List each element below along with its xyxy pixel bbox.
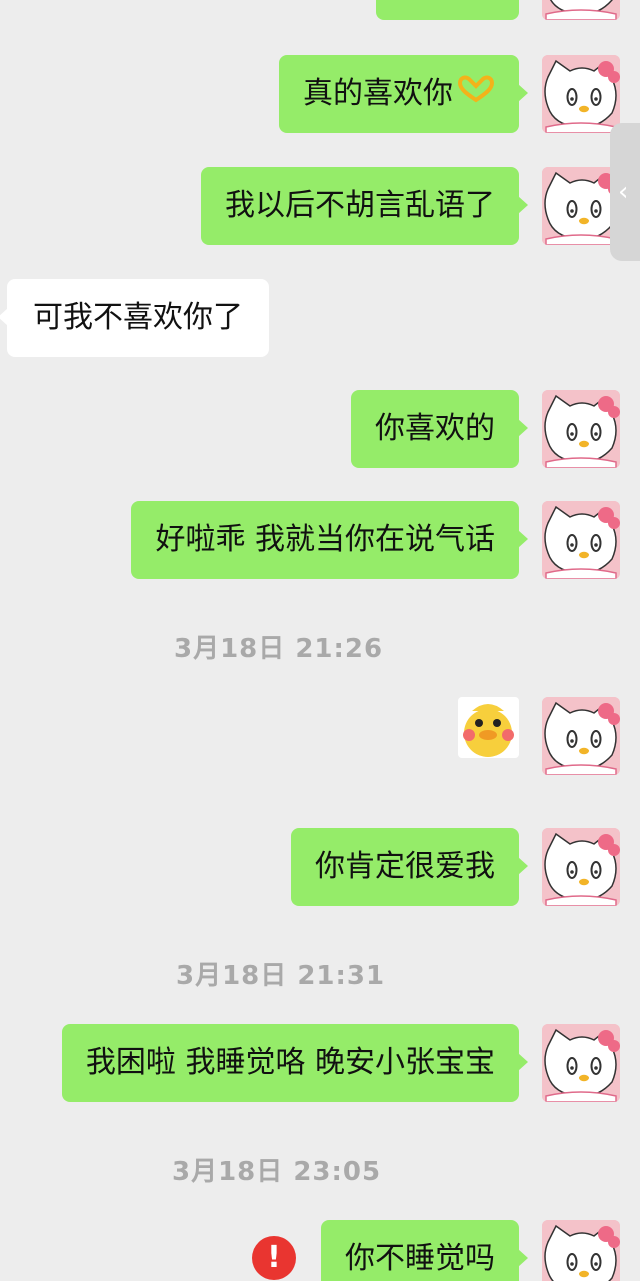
avatar[interactable] [542, 390, 620, 468]
side-panel-tab[interactable]: ‹ [610, 123, 640, 261]
timestamp: 3月18日 21:31 [176, 961, 386, 991]
hello-kitty-avatar-icon [542, 0, 620, 20]
message-bubble-outgoing[interactable]: 我困啦 我睡觉咯 晚安小张宝宝 [61, 1024, 529, 1102]
sticker-message[interactable] [458, 697, 519, 758]
avatar[interactable] [542, 1220, 620, 1281]
hello-kitty-avatar-icon [542, 167, 620, 245]
message-text: 我困啦 我睡觉咯 晚安小张宝宝 [85, 1045, 495, 1080]
message-bubble-outgoing[interactable]: 真的喜欢你 [279, 55, 528, 134]
message-text: 可我不喜欢你了 [33, 300, 243, 335]
hello-kitty-avatar-icon [542, 501, 620, 579]
avatar[interactable] [542, 55, 620, 133]
avatar[interactable] [542, 167, 620, 245]
message-bubble-outgoing[interactable]: 好啦乖 我就当你在说气话 [131, 501, 528, 579]
hello-kitty-avatar-icon [542, 390, 620, 468]
avatar[interactable] [542, 697, 620, 775]
avatar[interactable] [542, 1024, 620, 1102]
message-text: 你不睡觉吗 [345, 1241, 495, 1276]
message-text: 好啦乖 我就当你在说气话 [155, 522, 495, 557]
message-bubble-outgoing[interactable]: 你不睡觉吗 [321, 1220, 528, 1281]
message-text: 我以后不胡言乱语了 [225, 188, 495, 223]
avatar[interactable] [542, 828, 620, 906]
message-bubble-outgoing[interactable]: 你肯定很爱我 [291, 828, 528, 906]
message-bubble-outgoing[interactable]: 你喜欢的 [351, 390, 528, 468]
exclamation-error-icon[interactable]: ! [252, 1236, 296, 1280]
hello-kitty-avatar-icon [542, 55, 620, 133]
message-bubble-partial[interactable] [376, 0, 519, 20]
hello-kitty-avatar-icon [542, 697, 620, 775]
chevron-left-icon: ‹ [618, 177, 629, 207]
hello-kitty-avatar-icon [542, 1024, 620, 1102]
timestamp: 3月18日 21:26 [174, 634, 384, 664]
message-bubble-incoming[interactable]: 可我不喜欢你了 [0, 279, 269, 357]
hello-kitty-avatar-icon [542, 1220, 620, 1281]
heart-hands-icon [457, 56, 495, 134]
avatar[interactable] [542, 0, 620, 20]
message-text: 真的喜欢你 [303, 76, 453, 111]
message-bubble-outgoing[interactable]: 我以后不胡言乱语了 [201, 167, 528, 245]
message-text: 你喜欢的 [375, 411, 495, 446]
hello-kitty-avatar-icon [542, 828, 620, 906]
message-text: 你肯定很爱我 [315, 849, 495, 884]
avatar[interactable] [542, 501, 620, 579]
timestamp: 3月18日 23:05 [172, 1157, 382, 1187]
yellow-duck-sticker-icon [463, 704, 514, 757]
chat-window: 真的喜欢你 我以后不胡言乱语了 ‹ 可我不喜欢你了 你喜欢的 好啦乖 我就当你在… [0, 0, 640, 1281]
